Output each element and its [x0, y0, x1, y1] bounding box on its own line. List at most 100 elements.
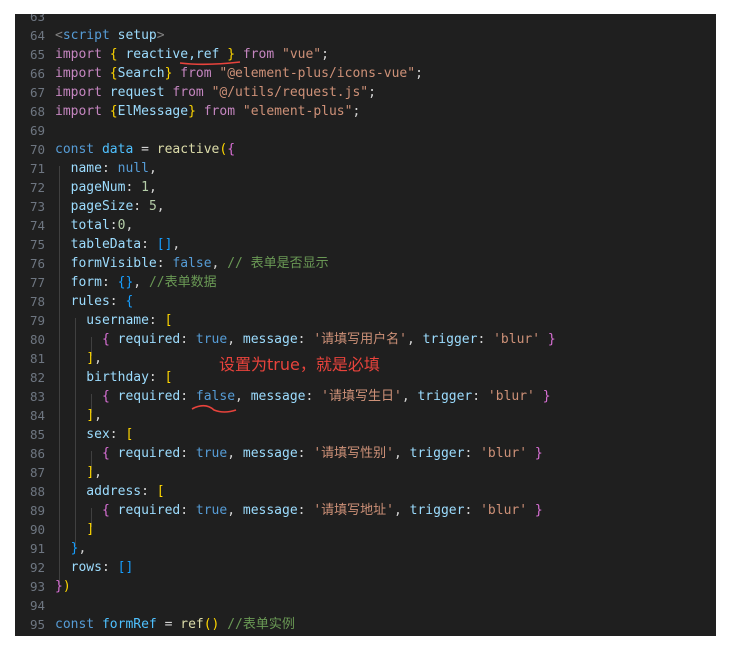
code-text: tableData: [], — [55, 235, 181, 254]
code-token: > — [156, 28, 165, 43]
code-line[interactable]: 77 form: {}, //表单数据 — [15, 273, 716, 292]
line-number: 90 — [29, 522, 45, 537]
code-token: tableData — [55, 237, 142, 252]
code-text: rules: { — [55, 292, 134, 311]
code-token: 1 — [141, 180, 149, 195]
code-line[interactable]: 64 <script setup> — [15, 26, 716, 45]
code-token: : — [125, 180, 142, 195]
code-line[interactable]: 74 total:0, — [15, 216, 716, 235]
code-line[interactable]: 93}) — [15, 577, 716, 596]
line-number: 75 — [29, 237, 45, 252]
line-number: 93 — [29, 579, 45, 594]
code-token: : — [141, 484, 157, 499]
code-token: : — [109, 294, 126, 309]
code-token: ) — [62, 579, 71, 594]
code-line[interactable]: 90 ] — [15, 520, 716, 539]
code-token: ] — [86, 351, 95, 366]
code-token: { — [125, 294, 134, 309]
line-number: 91 — [29, 541, 45, 556]
code-line[interactable]: 95 const formRef = ref() //表单实例 — [15, 615, 716, 634]
code-token: : — [297, 446, 314, 461]
code-token: '请填写用户名' — [313, 332, 407, 347]
code-token: , — [78, 541, 87, 556]
code-token: //表单实例 — [227, 617, 295, 632]
line-number: 66 — [29, 66, 45, 81]
code-token: : — [101, 560, 118, 575]
code-token: [ — [164, 313, 173, 328]
line-number: 78 — [29, 294, 45, 309]
code-line[interactable]: 89 { required: true, message: '请填写地址', t… — [15, 501, 716, 520]
code-token: required — [109, 332, 181, 347]
code-token: , — [406, 332, 423, 347]
code-line[interactable]: 91 }, — [15, 539, 716, 558]
code-token: , — [211, 256, 228, 271]
code-editor[interactable]: 63 64 <script setup> 65 import { reactive,re… — [15, 14, 716, 636]
line-number: 82 — [29, 370, 45, 385]
code-line[interactable]: 85 sex: [ — [15, 425, 716, 444]
code-line[interactable]: 92 rows: [] — [15, 558, 716, 577]
code-token: import — [55, 66, 102, 81]
code-line[interactable]: 83 { required: false, message: '请填写生日', … — [15, 387, 716, 406]
code-token: = — [133, 142, 157, 157]
code-token: required — [109, 446, 181, 461]
code-token: required — [109, 389, 181, 404]
code-token: : — [101, 161, 118, 176]
code-token: '请填写地址' — [313, 503, 394, 518]
code-line[interactable]: 76 formVisible: false, // 表单是否显示 — [15, 254, 716, 273]
code-line[interactable]: 84 ], — [15, 406, 716, 425]
code-token: : — [109, 427, 126, 442]
line-number: 74 — [29, 218, 45, 233]
code-line[interactable]: 78 rules: { — [15, 292, 716, 311]
code-text: sex: [ — [55, 425, 133, 444]
code-line[interactable]: 68 import {ElMessage} from "element-plus"… — [15, 102, 716, 121]
code-line[interactable]: 88 address: [ — [15, 482, 716, 501]
code-line[interactable]: 79 username: [ — [15, 311, 716, 330]
code-token: "vue" — [282, 47, 322, 62]
code-token: : — [148, 370, 165, 385]
code-line[interactable]: 72 pageNum: 1, — [15, 178, 716, 197]
line-number: 72 — [29, 180, 45, 195]
code-line[interactable]: 69 — [15, 121, 716, 140]
line-number: 80 — [29, 332, 45, 347]
code-line[interactable]: 67 import request from "@/utils/request.j… — [15, 83, 716, 102]
code-token: , — [227, 332, 243, 347]
code-token: , — [393, 446, 410, 461]
code-line[interactable]: 71 name: null, — [15, 159, 716, 178]
code-line[interactable]: 73 pageSize: 5, — [15, 197, 716, 216]
code-token: [] — [117, 560, 134, 575]
code-line[interactable]: 63 — [15, 14, 716, 26]
code-token: 'blur' — [480, 446, 528, 461]
code-line[interactable]: 75 tableData: [], — [15, 235, 716, 254]
code-line[interactable]: 66 import {Search} from "@element-plus/ic… — [15, 64, 716, 83]
line-number: 89 — [29, 503, 45, 518]
code-token: ref — [180, 617, 204, 632]
code-text: username: [ — [55, 311, 172, 330]
code-token: : — [133, 199, 149, 214]
code-line[interactable]: 87 ], — [15, 463, 716, 482]
code-token: ; — [415, 66, 423, 81]
code-line[interactable]: 94 — [15, 596, 716, 615]
code-text: const data = reactive({ — [55, 140, 235, 159]
code-token: 'blur' — [480, 503, 528, 518]
code-line[interactable]: 65 import { reactive,ref } from "vue"; — [15, 45, 716, 64]
line-number: 86 — [29, 446, 45, 461]
code-token: formRef — [101, 617, 157, 632]
code-text: ] — [55, 520, 94, 539]
code-token: } — [227, 47, 236, 62]
code-text: <script setup> — [55, 26, 165, 45]
code-line[interactable]: 70 const data = reactive({ — [15, 140, 716, 159]
code-token: false — [195, 389, 236, 404]
code-text: { required: true, message: '请填写用户名', tri… — [55, 330, 556, 349]
code-line[interactable]: 80 { required: true, message: '请填写用户名', … — [15, 330, 716, 349]
code-token: const — [55, 617, 95, 632]
code-line[interactable]: 86 { required: true, message: '请填写性别', t… — [15, 444, 716, 463]
